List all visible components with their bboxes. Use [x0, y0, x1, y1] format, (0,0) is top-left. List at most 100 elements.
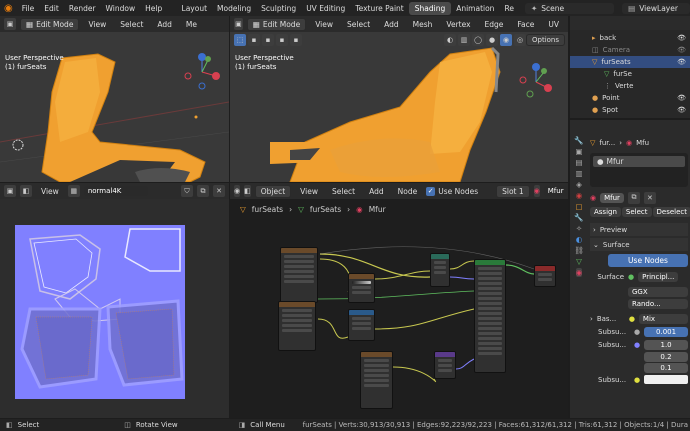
distribution-dropdown[interactable]: GGX — [628, 287, 688, 297]
material-slot-item[interactable]: ● Mfur — [593, 156, 685, 167]
eye-icon[interactable]: 👁 — [677, 58, 686, 66]
menu-view[interactable]: View — [36, 187, 64, 196]
eye-icon[interactable]: 👁 — [677, 46, 686, 54]
outliner-item-camera[interactable]: ◫ Camera 👁 — [570, 44, 690, 56]
view-layer-tab-icon[interactable]: ▥ — [575, 169, 582, 178]
slot-dropdown[interactable]: Slot 1 — [496, 184, 530, 198]
outliner-item-vertex-groups[interactable]: ⋮ Verte — [570, 80, 690, 92]
scene-selector[interactable]: ✦ Scene — [524, 2, 615, 14]
image-browse-icon[interactable]: ▦ — [67, 185, 80, 197]
radius-y-field[interactable]: 0.2 — [644, 352, 688, 362]
duplicate-icon[interactable]: ⧉ — [627, 191, 640, 204]
scene-tab-icon[interactable]: ◈ — [576, 180, 582, 189]
tab-texture-paint[interactable]: Texture Paint — [350, 4, 408, 13]
color-ramp-node[interactable] — [348, 273, 375, 303]
menu-add[interactable]: Add — [152, 20, 177, 29]
material-browse-icon[interactable]: ◉ — [590, 194, 596, 202]
tool-tab-icon[interactable]: 🔧 — [574, 136, 583, 145]
normal-map-node[interactable] — [434, 351, 456, 379]
surface-shader-field[interactable]: Principl... — [638, 271, 679, 282]
editor-type-icon[interactable]: ◉ — [234, 185, 241, 197]
unlink-icon[interactable]: ✕ — [213, 185, 225, 197]
constraint-tab-icon[interactable]: ⛓ — [574, 246, 584, 255]
menu-edit[interactable]: Edit — [39, 4, 64, 13]
node-canvas[interactable]: ▽ furSeats › ▽ furSeats › ◉ Mfur — [230, 199, 568, 418]
menu-add[interactable]: Add — [379, 20, 404, 29]
radius-z-field[interactable]: 0.1 — [644, 363, 688, 373]
particles-tab-icon[interactable]: ✧ — [576, 224, 582, 233]
base-color-field[interactable]: Mix — [638, 313, 688, 324]
tab-uv-editing[interactable]: UV Editing — [301, 4, 350, 13]
surface-panel-header[interactable]: ⌄ Surface — [590, 238, 688, 251]
use-nodes-checkbox[interactable]: ✓ Use Nodes — [426, 186, 478, 196]
menu-select[interactable]: Select — [327, 187, 360, 196]
subsurface-color-swatch[interactable] — [644, 375, 688, 384]
menu-help[interactable]: Help — [140, 4, 167, 13]
tab-sculpting[interactable]: Sculpting — [256, 4, 301, 13]
eye-icon[interactable]: 👁 — [677, 94, 686, 102]
menu-face[interactable]: Face — [512, 20, 539, 29]
material-slot-list[interactable]: ● Mfur — [590, 153, 688, 187]
deselect-button[interactable]: Deselect — [652, 207, 690, 217]
subsurface-field[interactable]: 0.001 — [644, 326, 688, 337]
menu-mesh[interactable]: Mesh — [408, 20, 438, 29]
navigation-gizmo[interactable] — [514, 60, 558, 104]
world-tab-icon[interactable]: ◉ — [576, 191, 583, 200]
radius-x-field[interactable]: 1.0 — [644, 339, 688, 350]
assign-button[interactable]: Assign — [590, 207, 621, 217]
image-texture-node-3[interactable] — [360, 351, 393, 409]
menu-select[interactable]: Select — [342, 20, 375, 29]
eye-icon[interactable]: 👁 — [677, 106, 686, 114]
texture-node-1[interactable] — [280, 247, 318, 303]
menu-view[interactable]: View — [295, 187, 323, 196]
menu-vertex[interactable]: Vertex — [441, 20, 475, 29]
editor-type-icon[interactable]: ▣ — [234, 18, 243, 30]
tab-layout[interactable]: Layout — [177, 4, 213, 13]
menu-uv[interactable]: UV — [543, 20, 564, 29]
menu-render[interactable]: Render — [64, 4, 101, 13]
render-tab-icon[interactable]: ▣ — [575, 147, 582, 156]
menu-node[interactable]: Node — [393, 187, 423, 196]
outliner-item-mesh-data[interactable]: ▽ furSe — [570, 68, 690, 80]
menu-add[interactable]: Add — [364, 187, 389, 196]
use-nodes-button[interactable]: Use Nodes — [608, 254, 688, 267]
outliner-item-spot[interactable]: ● Spot 👁 — [570, 104, 690, 116]
object-tab-icon[interactable]: ▢ — [575, 202, 582, 211]
subsurface-method-dropdown[interactable]: Rando... — [628, 299, 688, 309]
shader-type-icon[interactable]: ◧ — [244, 185, 251, 197]
modifier-tab-icon[interactable]: 🔧 — [574, 213, 583, 222]
navigation-gizmo[interactable] — [180, 50, 224, 94]
outliner-item-back[interactable]: ▸ back 👁 — [570, 32, 690, 44]
material-output-node[interactable] — [534, 265, 556, 287]
menu-mesh[interactable]: Me — [181, 20, 202, 29]
fake-user-icon[interactable]: ⛉ — [181, 185, 193, 197]
tab-shading[interactable]: Shading — [408, 1, 452, 15]
menu-view[interactable]: View — [83, 20, 111, 29]
object-type-dropdown[interactable]: Object — [254, 184, 292, 198]
editor-type-icon[interactable]: ▣ — [4, 18, 16, 30]
mode-icon[interactable]: ◧ — [20, 185, 32, 197]
physics-tab-icon[interactable]: ◐ — [576, 235, 583, 244]
duplicate-icon[interactable]: ⧉ — [197, 185, 209, 197]
menu-view[interactable]: View — [310, 20, 338, 29]
menu-file[interactable]: File — [17, 4, 40, 13]
mode-dropdown[interactable]: ▦ Edit Mode — [20, 17, 80, 31]
mapping-node[interactable] — [348, 309, 375, 341]
menu-select[interactable]: Select — [115, 20, 148, 29]
select-button[interactable]: Select — [621, 207, 652, 217]
left-viewport-canvas[interactable]: User Perspective (1) furSeats — [0, 32, 229, 182]
output-tab-icon[interactable]: ▤ — [575, 158, 582, 167]
tab-modeling[interactable]: Modeling — [212, 4, 256, 13]
image-name-field[interactable]: normal4K — [83, 186, 148, 196]
image-canvas[interactable] — [0, 199, 229, 418]
mix-node[interactable] — [430, 253, 450, 287]
unlink-icon[interactable]: ✕ — [643, 191, 656, 204]
center-viewport-canvas[interactable]: ⬚ ▪ ▪ ▪ ▪ ◐ ▥ ◯ ● ◉ ◎ Options User Persp… — [230, 32, 568, 182]
view-layer-selector[interactable]: ▤ ViewLayer — [622, 2, 690, 14]
outliner-item-point[interactable]: ● Point 👁 — [570, 92, 690, 104]
editor-type-icon[interactable]: ▣ — [4, 185, 16, 197]
material-name-field[interactable]: Mfur — [543, 186, 568, 196]
blender-logo-icon[interactable]: ◉ — [4, 2, 13, 14]
outliner-item-furseats[interactable]: ▽ furSeats 👁 — [570, 56, 690, 68]
material-browse-icon[interactable]: ◉ — [533, 185, 540, 197]
